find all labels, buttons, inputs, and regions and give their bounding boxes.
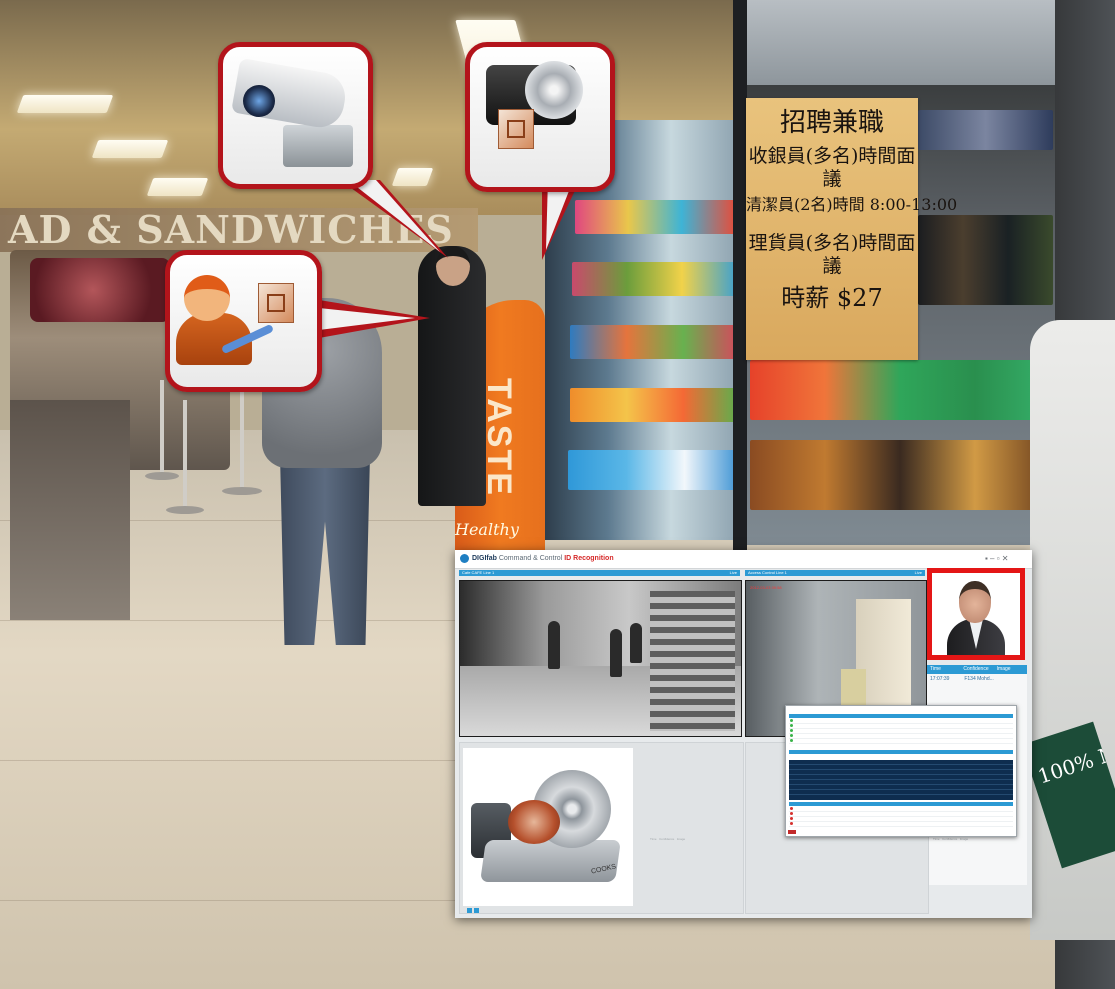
fridge-pillar (733, 0, 747, 560)
dialog-header-band (789, 750, 1013, 754)
panel-footer-labels: Time Confidence Image (650, 837, 686, 841)
app-brand: DIGIfab (472, 555, 497, 562)
dialog-header-band (789, 714, 1013, 718)
result-time: 17:07:39 (930, 676, 950, 682)
poster-line: 清潔員(2名)時間 8:00-13:00 (746, 194, 958, 214)
results-row[interactable]: 17:07:39 F134 Mohd... (927, 675, 1027, 683)
poster-line: 收銀員(多名)時間面議 (748, 145, 916, 190)
shelf-products (918, 110, 1053, 150)
product-image: COOKS (463, 748, 633, 906)
app-subtitle: Command & Control (498, 555, 563, 562)
food-display (30, 258, 170, 322)
worker-bubble (165, 250, 322, 392)
shelf-products (568, 450, 743, 490)
worker-bubble-tail (319, 300, 430, 338)
slicer-rfid-icon (470, 47, 610, 187)
result-name: F134 Mohd... (964, 676, 994, 682)
log-selected-section[interactable] (789, 760, 1013, 800)
fridge-frame (745, 0, 1057, 85)
slicer-bubble (465, 42, 615, 192)
results-col-time: Time (930, 666, 941, 672)
window-controls[interactable]: ▪ – ▫ ✕ (985, 550, 1009, 568)
id-recognition-app: DIGIfab Command & Control ID Recognition… (455, 550, 1032, 918)
shelf-products (750, 440, 1050, 510)
hiring-poster: 招聘兼職 收銀員(多名)時間面議 清潔員(2名)時間 8:00-13:00 理貨… (746, 98, 958, 360)
log-row[interactable] (789, 822, 1013, 827)
results-col-image: Image (996, 666, 1011, 672)
dialog-title (786, 706, 1016, 713)
queue-stanchion (183, 400, 187, 510)
shelf-products (750, 360, 1050, 420)
queue-stanchion (240, 380, 244, 490)
alarm-button[interactable] (788, 830, 796, 834)
ceiling-light (91, 140, 169, 158)
taskbar-icon[interactable] (467, 908, 472, 913)
log-row[interactable] (789, 739, 1013, 744)
camera-icon (223, 47, 368, 184)
poster-title: 招聘兼職 (779, 108, 884, 138)
camera-feed-store[interactable] (459, 580, 742, 737)
panel-1-title: Cafe CAFE Line 1 (462, 570, 495, 575)
recognized-face[interactable] (927, 568, 1025, 660)
healthy-text: Healthy (455, 520, 519, 539)
camera-panel-2-header: Access Control Line 1 Live (745, 570, 925, 576)
app-titlebar: DIGIfab Command & Control ID Recognition… (455, 550, 1032, 569)
app-title: DIGIfab Command & Control ID Recognition (472, 550, 614, 568)
panel-2-title: Access Control Line 1 (748, 570, 787, 575)
results-header: Time Confidence Image (927, 665, 1027, 674)
panel-2-status: Live (914, 570, 922, 575)
shelf-products (918, 215, 1053, 305)
camera-timestamp: 2012-03-03 09:58 (750, 585, 782, 590)
ceiling-light (16, 95, 114, 113)
worker-rfid-icon (170, 255, 317, 387)
panel-1-status: Live (729, 570, 737, 575)
camera-panel-1-header: Cafe CAFE Line 1 Live (459, 570, 740, 576)
queue-stanchion-base (145, 472, 179, 480)
shelf-products (570, 325, 740, 359)
poster-line: 理貨員(多名)時間面議 (748, 231, 916, 277)
camera-bubble (218, 42, 373, 189)
queue-stanchion (160, 380, 164, 475)
dialog-header-band (789, 802, 1013, 806)
queue-stanchion-base (222, 487, 262, 495)
app-logo-icon (460, 554, 469, 563)
ceiling-light (146, 178, 209, 196)
poster-wage: 時薪 $27 (781, 283, 883, 312)
queue-stanchion-base (166, 506, 204, 514)
results-col-confidence: Confidence (963, 666, 989, 672)
taskbar-icon[interactable] (474, 908, 479, 913)
front-counter (10, 400, 130, 620)
app-module-name: ID Recognition (564, 555, 614, 562)
shelf-products (570, 388, 740, 422)
panel-footer-labels-2: Time Confidence Image (933, 837, 969, 841)
event-log-dialog[interactable] (785, 705, 1017, 837)
